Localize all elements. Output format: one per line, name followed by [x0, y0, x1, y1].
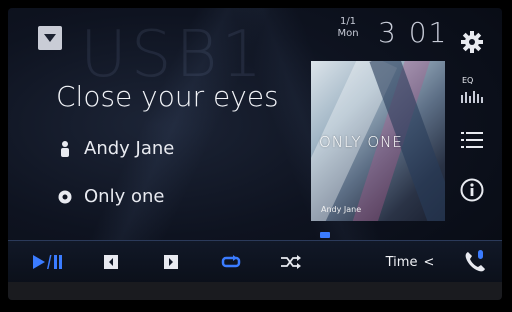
eq-button[interactable]: EQ [456, 74, 488, 106]
chevron-down-icon [44, 34, 56, 42]
person-icon [58, 140, 72, 157]
info-icon [460, 178, 484, 202]
bottom-strip [8, 282, 502, 300]
eq-label: EQ [462, 76, 474, 85]
phone-button[interactable] [460, 249, 490, 275]
list-button[interactable] [456, 124, 488, 156]
time-label: Time [385, 254, 418, 270]
album-art-title: ONLY ONE [319, 133, 403, 151]
gear-icon [461, 31, 483, 53]
list-icon [461, 132, 483, 148]
previous-track-button[interactable] [98, 249, 124, 275]
play-pause-icon [33, 255, 62, 269]
previous-track-icon [104, 255, 118, 269]
next-track-icon [164, 255, 178, 269]
equalizer-icon [461, 91, 483, 103]
shuffle-button[interactable] [278, 249, 304, 275]
album-name: Only one [84, 186, 165, 207]
date-day: 1/1 [339, 16, 357, 27]
info-button[interactable] [456, 174, 488, 206]
date-display: 1/1 Mon [334, 16, 362, 40]
repeat-icon [221, 255, 241, 268]
phone-icon [465, 250, 485, 272]
album-art-artist: Andy Jane [321, 205, 362, 214]
repeat-button[interactable] [218, 249, 244, 275]
play-pause-button[interactable] [28, 249, 68, 275]
control-bar: Time < [8, 240, 502, 283]
time-toggle-button[interactable]: Time < [382, 249, 438, 275]
track-title: Close your eyes [56, 80, 279, 113]
settings-button[interactable] [456, 26, 488, 58]
disc-icon [58, 189, 72, 205]
chevron-left-icon: < [423, 254, 435, 270]
clock-time: 3 01 [378, 16, 449, 49]
media-screen: USB1 1/1 Mon 3 01 Close your eyes Andy J… [8, 8, 502, 300]
page-indicator [320, 232, 330, 238]
album-row: Only one [58, 186, 164, 207]
shuffle-icon [281, 255, 301, 269]
next-track-button[interactable] [158, 249, 184, 275]
date-weekday: Mon [337, 28, 359, 39]
album-art[interactable]: ONLY ONE Andy Jane [311, 61, 445, 221]
artist-row: Andy Jane [58, 138, 174, 159]
source-menu-button[interactable] [38, 26, 62, 50]
artist-name: Andy Jane [84, 138, 175, 159]
